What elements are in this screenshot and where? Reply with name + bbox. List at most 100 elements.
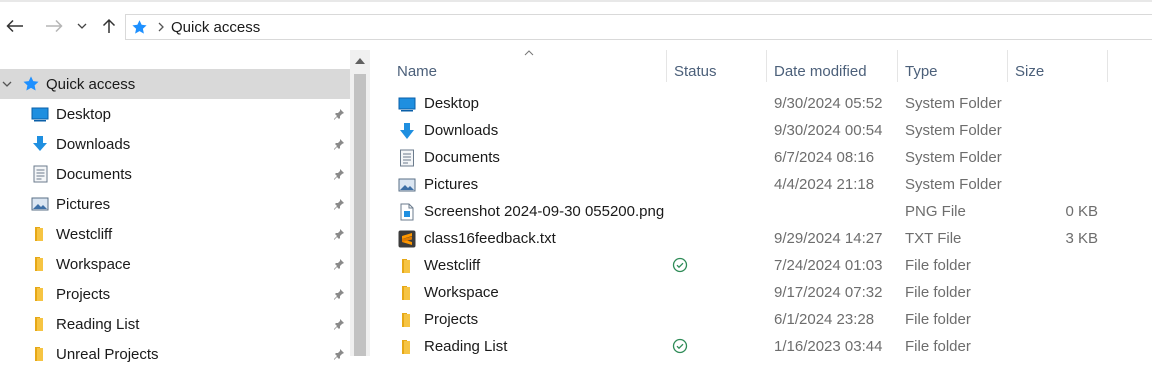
sidebar-item-projects[interactable]: Projects — [0, 279, 350, 309]
column-divider[interactable] — [897, 50, 898, 82]
pin-icon[interactable] — [333, 318, 345, 330]
pictures-icon — [398, 178, 416, 192]
file-type: System Folder — [905, 95, 1002, 112]
sidebar-item-quick-access[interactable]: Quick access — [0, 69, 350, 99]
file-date: 6/7/2024 08:16 — [774, 149, 875, 166]
file-row[interactable]: Projects 6/1/2024 23:28 File folder — [370, 306, 1152, 333]
file-date: 6/1/2024 23:28 — [774, 311, 875, 328]
scroll-up-icon[interactable] — [355, 58, 365, 64]
file-size: 0 KB — [1065, 203, 1098, 220]
file-name: Pictures — [424, 176, 479, 193]
folder-icon — [35, 227, 43, 241]
file-size: 3 KB — [1065, 230, 1098, 247]
pin-icon[interactable] — [333, 138, 345, 150]
column-header-label: Status — [674, 62, 717, 80]
pin-icon[interactable] — [333, 198, 345, 210]
star-icon — [23, 76, 39, 91]
sidebar-item-label: Documents — [56, 165, 132, 183]
file-row[interactable]: Downloads 9/30/2024 00:54 System Folder — [370, 117, 1152, 144]
back-button[interactable] — [2, 12, 28, 40]
up-button[interactable] — [98, 12, 120, 40]
file-date: 9/30/2024 00:54 — [774, 122, 883, 139]
file-type: System Folder — [905, 176, 1002, 193]
navigation-pane: Quick access Desktop Downloads Documents… — [0, 50, 350, 363]
sidebar-item-label: Downloads — [56, 135, 131, 153]
column-divider[interactable] — [1007, 50, 1008, 82]
file-row[interactable]: Westcliff 7/24/2024 01:03 File folder — [370, 252, 1152, 279]
download-arrow-icon — [33, 136, 47, 151]
pin-icon[interactable] — [333, 288, 345, 300]
file-date: 9/17/2024 07:32 — [774, 284, 883, 301]
forward-button[interactable] — [42, 12, 66, 40]
folder-icon — [402, 313, 410, 327]
desktop-icon — [31, 107, 49, 122]
pin-icon[interactable] — [333, 168, 345, 180]
file-name: Projects — [424, 311, 479, 328]
file-row[interactable]: Documents 6/7/2024 08:16 System Folder — [370, 144, 1152, 171]
file-row[interactable]: Screenshot 2024-09-30 055200.png PNG Fil… — [370, 198, 1152, 225]
column-divider[interactable] — [766, 50, 767, 82]
star-icon — [132, 19, 147, 34]
scrollbar-thumb[interactable] — [354, 74, 366, 356]
file-row[interactable]: Desktop 9/30/2024 05:52 System Folder — [370, 90, 1152, 117]
file-row[interactable]: Workspace 9/17/2024 07:32 File folder — [370, 279, 1152, 306]
chevron-right-icon — [158, 22, 164, 32]
breadcrumb[interactable]: Quick access — [171, 19, 260, 36]
recent-locations-button[interactable] — [74, 12, 90, 40]
pin-icon[interactable] — [333, 228, 345, 240]
file-type: TXT File — [905, 230, 962, 247]
pin-icon[interactable] — [333, 258, 345, 270]
column-header-status[interactable]: Status — [674, 56, 717, 86]
column-header-label: Size — [1015, 62, 1045, 80]
folder-icon — [35, 347, 43, 361]
file-list: Name Status Date modified Type Size Desk… — [370, 50, 1152, 356]
column-divider[interactable] — [1107, 50, 1108, 82]
sidebar-item-workspace[interactable]: Workspace — [0, 249, 350, 279]
file-type: File folder — [905, 284, 971, 301]
sync-status-icon — [672, 338, 688, 354]
file-type: PNG File — [905, 203, 966, 220]
sidebar-item-westcliff[interactable]: Westcliff — [0, 219, 350, 249]
file-size — [1008, 90, 1098, 117]
file-row[interactable]: class16feedback.txt 9/29/2024 14:27 TXT … — [370, 225, 1152, 252]
sidebar-item-documents[interactable]: Documents — [0, 159, 350, 189]
sidebar-item-reading-list[interactable]: Reading List — [0, 309, 350, 339]
file-type: File folder — [905, 311, 971, 328]
file-name: Documents — [424, 149, 500, 166]
pin-icon[interactable] — [333, 108, 345, 120]
column-header-label: Name — [397, 62, 438, 80]
column-header-type[interactable]: Type — [905, 56, 938, 86]
folder-icon — [402, 340, 410, 354]
column-divider[interactable] — [666, 50, 667, 82]
download-arrow-icon — [400, 123, 414, 139]
file-size — [1008, 171, 1098, 198]
column-header-size[interactable]: Size — [1015, 56, 1044, 86]
document-icon — [33, 165, 48, 183]
sidebar-item-label: Pictures — [56, 195, 111, 213]
file-date: 7/24/2024 01:03 — [774, 257, 883, 274]
sidebar-item-pictures[interactable]: Pictures — [0, 189, 350, 219]
file-name: Screenshot 2024-09-30 055200.png — [424, 203, 665, 220]
folder-icon — [402, 259, 410, 273]
file-date: 9/29/2024 14:27 — [774, 230, 883, 247]
sidebar-scrollbar[interactable] — [350, 50, 370, 356]
file-row[interactable]: Pictures 4/4/2024 21:18 System Folder — [370, 171, 1152, 198]
address-bar[interactable]: Quick access — [125, 14, 1152, 40]
column-header-name[interactable]: Name — [397, 56, 437, 86]
sidebar-item-unreal-projects[interactable]: Unreal Projects — [0, 339, 350, 369]
file-date: 9/30/2024 05:52 — [774, 95, 883, 112]
pin-icon[interactable] — [333, 348, 345, 360]
navigation-bar: Quick access — [0, 2, 1152, 50]
file-size — [1008, 306, 1098, 333]
png-file-icon — [400, 203, 414, 221]
file-size — [1008, 144, 1098, 171]
sidebar-item-label: Desktop — [56, 105, 112, 123]
file-name: Downloads — [424, 122, 499, 139]
column-header-date[interactable]: Date modified — [774, 56, 867, 86]
chevron-down-icon[interactable] — [2, 81, 12, 87]
sidebar-item-desktop[interactable]: Desktop — [0, 99, 350, 129]
sidebar-item-label: Quick access — [46, 75, 136, 93]
sidebar-item-label: Westcliff — [56, 225, 113, 243]
sidebar-item-downloads[interactable]: Downloads — [0, 129, 350, 159]
sidebar-item-label: Unreal Projects — [56, 345, 159, 363]
